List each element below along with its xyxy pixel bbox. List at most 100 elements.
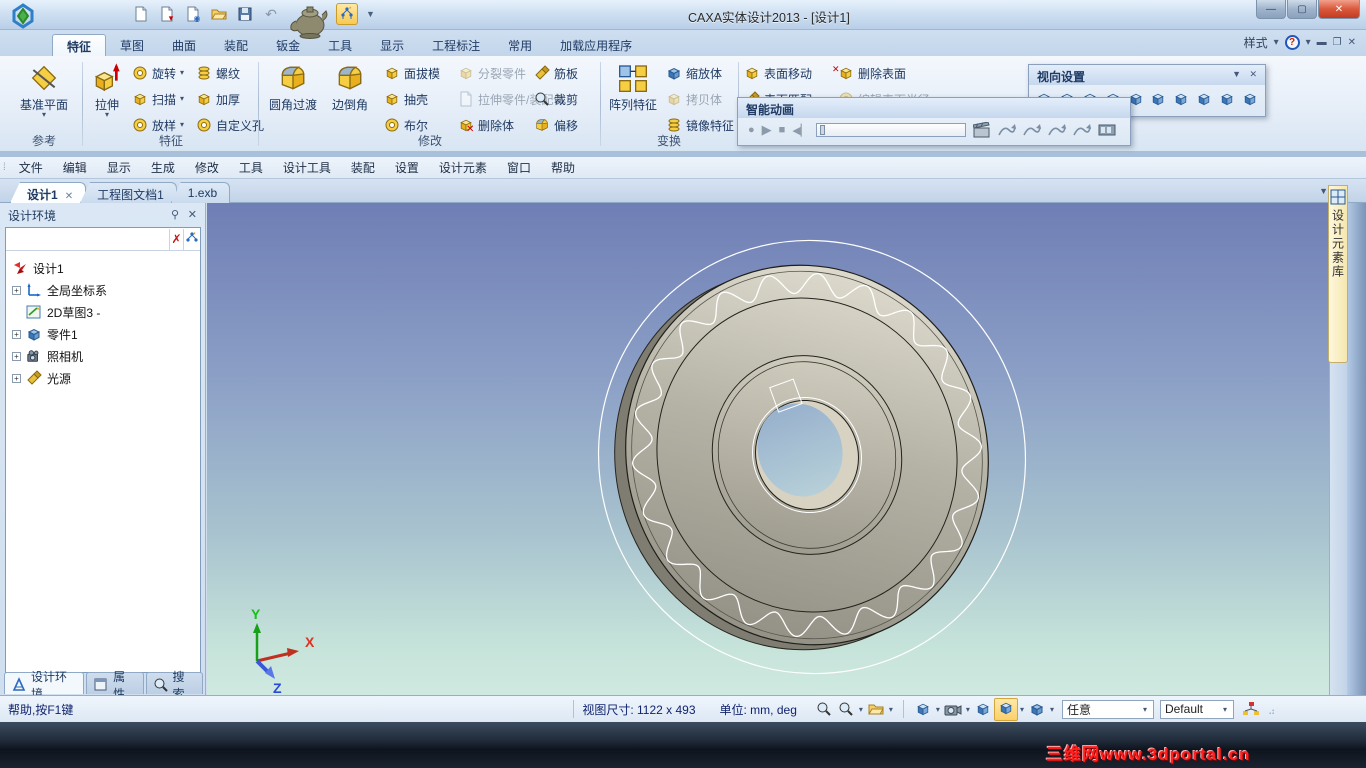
camera-dropdown-icon[interactable]: ▾ xyxy=(966,705,970,714)
timeline-thumb[interactable] xyxy=(820,125,826,135)
ribbon-tab-assembly[interactable]: 装配 xyxy=(210,34,262,56)
pattern-feature-button[interactable]: 阵列特征 xyxy=(602,60,664,130)
view-panel-close-icon[interactable]: ✕ xyxy=(1249,69,1257,80)
menu-assembly[interactable]: 装配 xyxy=(341,156,385,179)
doc-tab-drawing1[interactable]: 工程图文档1 xyxy=(80,182,177,203)
split-part-button[interactable]: 分裂零件 xyxy=(458,62,526,84)
expand-icon[interactable]: + xyxy=(12,373,21,383)
thread-button[interactable]: 螺纹 xyxy=(196,62,240,84)
style-menu[interactable]: 样式 xyxy=(1244,34,1268,51)
curve-select-icon[interactable] xyxy=(1023,122,1041,138)
design-tree-toggle-icon[interactable]: * xyxy=(336,3,358,25)
view-panel-dropdown-icon[interactable]: ▼ xyxy=(1232,69,1241,79)
view-corner2-icon[interactable] xyxy=(1194,88,1214,109)
move-face-button[interactable]: 表面移动 xyxy=(744,62,812,84)
doc-tab-close-icon[interactable]: ✕ xyxy=(65,191,73,202)
tree-item-light[interactable]: + 光源 xyxy=(12,367,200,389)
record-button[interactable]: ● xyxy=(748,124,755,136)
tab-properties[interactable]: 属性 xyxy=(86,670,144,701)
menu-display[interactable]: 显示 xyxy=(97,156,141,179)
revolve-button[interactable]: 旋转 ▾ xyxy=(132,62,184,84)
render-settings-icon[interactable] xyxy=(1028,701,1046,717)
menu-design-elements[interactable]: 设计元素 xyxy=(429,156,497,179)
play-button[interactable]: ▶ xyxy=(762,122,772,138)
zoom-in-icon[interactable] xyxy=(815,701,833,717)
menu-design-tools[interactable]: 设计工具 xyxy=(273,156,341,179)
help-icon[interactable]: ? xyxy=(1284,35,1300,50)
gear-model[interactable]: Y X Z xyxy=(207,203,1329,695)
expand-icon[interactable]: + xyxy=(12,329,21,339)
minimize-button[interactable]: — xyxy=(1256,0,1286,19)
new-document-icon[interactable] xyxy=(130,3,152,25)
sweep-button[interactable]: 扫描 ▾ xyxy=(132,88,184,110)
menu-file[interactable]: 文件 xyxy=(9,156,53,179)
pin-icon[interactable]: ⚲ xyxy=(171,208,179,221)
copy-body-button[interactable]: 拷贝体 xyxy=(666,88,722,110)
undo-icon[interactable]: ↶ xyxy=(260,3,282,25)
shaded-mode-icon[interactable] xyxy=(974,701,992,717)
menu-generate[interactable]: 生成 xyxy=(141,156,185,179)
save-icon[interactable] xyxy=(234,3,256,25)
viewport-3d[interactable]: Y X Z xyxy=(207,203,1329,695)
curve-path-icon[interactable] xyxy=(998,122,1016,138)
ribbon-tab-common[interactable]: 常用 xyxy=(494,34,546,56)
tree-item-design1[interactable]: 设计1 xyxy=(12,257,200,279)
expand-icon[interactable]: + xyxy=(12,351,21,361)
menu-edit[interactable]: 编辑 xyxy=(53,156,97,179)
view-corner3-icon[interactable] xyxy=(1217,88,1237,109)
tree-item-sketch3[interactable]: 2D草图3 - xyxy=(12,301,200,323)
tree-item-camera[interactable]: + 照相机 xyxy=(12,345,200,367)
style-dropdown-icon[interactable]: ▾ xyxy=(1274,37,1279,48)
zoom-dropdown-icon[interactable]: ▾ xyxy=(859,705,863,714)
scene-tree-icon[interactable] xyxy=(1242,701,1260,717)
chamfer-button[interactable]: 边倒角 xyxy=(324,60,376,130)
rib-button[interactable]: 筋板 xyxy=(534,62,578,84)
menu-tools[interactable]: 工具 xyxy=(229,156,273,179)
add-keyframe-icon[interactable] xyxy=(1073,122,1091,138)
app-logo-icon[interactable] xyxy=(10,3,36,29)
render-mode-select[interactable]: 任意 ▾ xyxy=(1061,699,1154,719)
view-dropdown-icon[interactable]: ▾ xyxy=(889,705,893,714)
tree-item-part1[interactable]: + 零件1 xyxy=(12,323,200,345)
delete-face-button[interactable]: ✕ 删除表面 xyxy=(832,62,906,84)
extrude-button[interactable]: 拉伸 ▾ xyxy=(86,60,128,130)
display-mode-active-icon[interactable] xyxy=(993,697,1018,721)
design-element-library-tab[interactable]: 设计元素库 xyxy=(1328,185,1348,363)
camera-view-icon[interactable] xyxy=(944,701,962,717)
help-dropdown-icon[interactable]: ▾ xyxy=(1306,37,1311,48)
face-draft-button[interactable]: 面拔模 xyxy=(384,62,440,84)
open-environment-icon[interactable]: ◉ xyxy=(182,3,204,25)
panel-close-icon[interactable]: ✕ xyxy=(188,208,197,221)
ribbon-tab-display[interactable]: 显示 xyxy=(366,34,418,56)
smart-animation-title[interactable]: 智能动画 xyxy=(738,98,1130,118)
view-settings-title[interactable]: 视向设置 ▼ ✕ xyxy=(1029,65,1265,85)
tree-item-coordinate-system[interactable]: + 全局坐标系 xyxy=(12,279,200,301)
menu-modify[interactable]: 修改 xyxy=(185,156,229,179)
rewind-button[interactable]: ◀▏ xyxy=(792,124,809,137)
clear-filter-icon[interactable]: ✗ xyxy=(169,228,183,250)
ribbon-tab-annotation[interactable]: 工程标注 xyxy=(418,34,494,56)
datum-plane-button[interactable]: 基准平面 ▾ xyxy=(13,60,75,130)
qat-overflow-icon[interactable]: ▼ xyxy=(362,9,379,19)
close-button[interactable]: ✕ xyxy=(1318,0,1360,19)
tree-filter-input[interactable] xyxy=(6,228,169,250)
ribbon-tab-addins[interactable]: 加载应用程序 xyxy=(546,34,646,56)
ribbon-tab-surface[interactable]: 曲面 xyxy=(158,34,210,56)
view-corner1-icon[interactable] xyxy=(1171,88,1191,109)
thicken-button[interactable]: 加厚 xyxy=(196,88,240,110)
maximize-button[interactable]: ▢ xyxy=(1287,0,1317,19)
tab-search[interactable]: 搜索 xyxy=(145,670,204,701)
new-view-icon[interactable] xyxy=(867,701,885,717)
view-corner4-icon[interactable] xyxy=(1240,88,1260,109)
view-orientation-icon[interactable] xyxy=(914,701,932,717)
tab-design-environment[interactable]: 设计环境 xyxy=(4,670,85,701)
doc-tab-1exb[interactable]: 1.exb xyxy=(170,182,231,203)
doc-restore-icon[interactable]: ❐ xyxy=(1333,37,1342,48)
expand-icon[interactable]: + xyxy=(12,285,21,295)
fillet-button[interactable]: 圆角过渡 xyxy=(262,60,324,130)
clapperboard-icon[interactable] xyxy=(973,122,991,138)
timeline-slider[interactable] xyxy=(816,123,967,137)
menu-window[interactable]: 窗口 xyxy=(497,156,541,179)
doc-minimize-icon[interactable]: ▬ xyxy=(1317,37,1327,48)
orientation-dropdown-icon[interactable]: ▾ xyxy=(936,705,940,714)
